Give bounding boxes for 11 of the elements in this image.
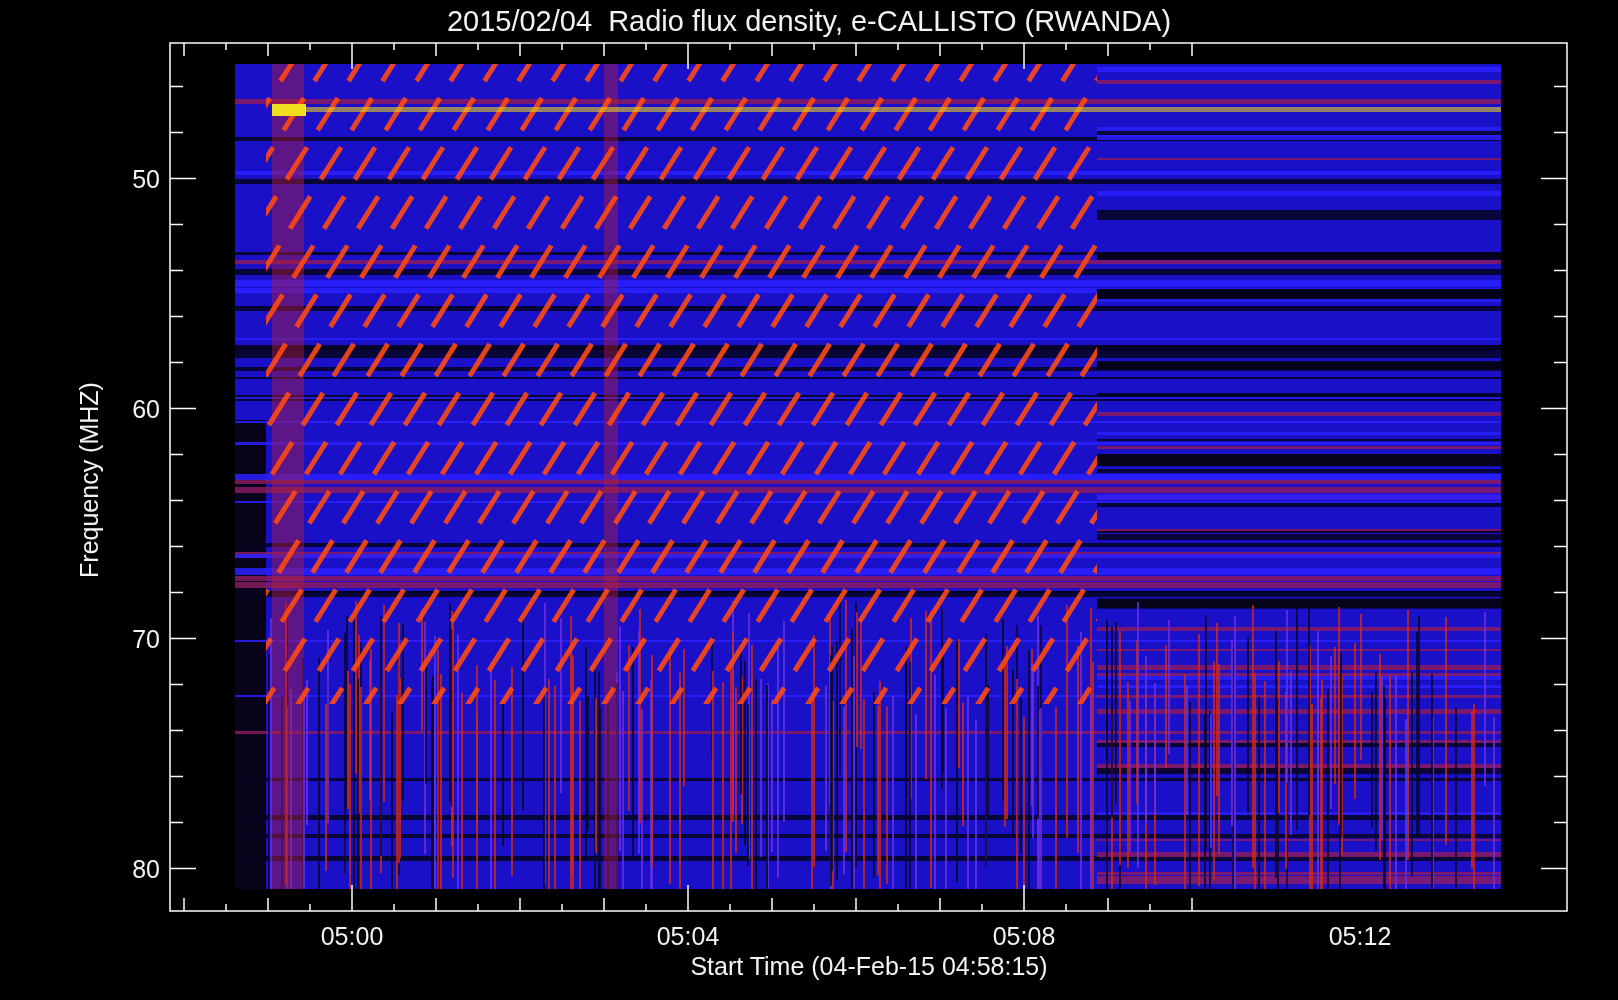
- x-tick-label: 05:04: [656, 922, 720, 950]
- x-tick-label: 05:08: [992, 922, 1056, 950]
- y-tick-label: 70: [132, 624, 160, 653]
- y-tick-label: 50: [132, 164, 160, 193]
- x-axis-title: Start Time (04-Feb-15 04:58:15): [690, 952, 1048, 980]
- y-axis-title: Frequency (MHZ): [75, 382, 103, 578]
- x-tick-label: 05:12: [1328, 922, 1392, 950]
- x-tick-label: 05:00: [320, 922, 384, 950]
- y-tick-label: 60: [132, 394, 160, 423]
- chart-title: 2015/02/04 Radio flux density, e-CALLISTO (RWANDA): [446, 5, 1172, 37]
- y-tick-label: 80: [132, 854, 160, 883]
